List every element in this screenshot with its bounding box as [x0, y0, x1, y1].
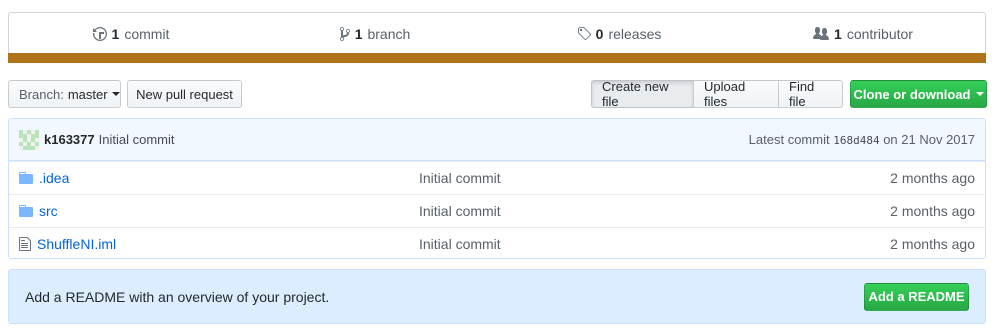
- file-age: 2 months ago: [890, 170, 975, 186]
- file-age: 2 months ago: [890, 203, 975, 219]
- commits-count: 1: [111, 25, 120, 42]
- repo-summary: 1 commit 1 branch 0 releases 1 contribut…: [8, 12, 986, 63]
- file-commit-message[interactable]: Initial commit: [419, 236, 829, 252]
- table-row: .idea Initial commit 2 months ago: [9, 161, 985, 194]
- branches-stat[interactable]: 1 branch: [253, 26, 497, 42]
- readme-prompt-text: Add a README with an overview of your pr…: [25, 288, 330, 305]
- create-new-file-button[interactable]: Create new file: [591, 79, 694, 109]
- caret-down-icon: [975, 92, 984, 96]
- history-icon: [92, 26, 107, 41]
- upload-files-button[interactable]: Upload files: [693, 79, 779, 109]
- branch-name: master: [67, 86, 108, 102]
- folder-icon: [19, 205, 33, 217]
- latest-commit-info: Latest commit 168d484 on 21 Nov 2017: [749, 132, 975, 147]
- contributors-stat[interactable]: 1 contributor: [741, 26, 985, 42]
- clone-label: Clone or download: [853, 86, 971, 102]
- commit-author[interactable]: k163377: [44, 132, 95, 147]
- commits-stat[interactable]: 1 commit: [9, 26, 253, 42]
- latest-prefix: Latest commit: [748, 132, 830, 147]
- tag-icon: [577, 26, 591, 40]
- file-actions: Create new file Upload files Find file: [591, 79, 843, 109]
- clone-or-download-button[interactable]: Clone or download: [850, 80, 987, 108]
- table-row: src Initial commit 2 months ago: [9, 194, 985, 227]
- contributors-label: contributor: [846, 25, 913, 42]
- latest-commit-bar: k163377 Initial commit Latest commit 168…: [9, 119, 985, 161]
- releases-count: 0: [595, 25, 604, 42]
- caret-down-icon: [111, 92, 120, 96]
- branch-select-button[interactable]: Branch: master: [8, 80, 121, 108]
- file-name-link[interactable]: .idea: [39, 170, 69, 186]
- releases-stat[interactable]: 0 releases: [497, 26, 741, 42]
- file-commit-message[interactable]: Initial commit: [419, 170, 829, 186]
- table-row: ShuffleNI.iml Initial commit 2 months ag…: [9, 227, 985, 258]
- commit-message[interactable]: Initial commit: [99, 132, 175, 147]
- releases-label: releases: [608, 25, 662, 42]
- file-commit-message[interactable]: Initial commit: [419, 203, 829, 219]
- avatar[interactable]: [19, 129, 39, 150]
- readme-prompt: Add a README with an overview of your pr…: [8, 269, 986, 324]
- file-list: k163377 Initial commit Latest commit 168…: [8, 118, 986, 259]
- branch-icon: [339, 26, 350, 41]
- new-pull-request-button[interactable]: New pull request: [127, 80, 242, 108]
- commit-sha[interactable]: 168d484: [833, 134, 879, 147]
- language-bar: [8, 53, 986, 63]
- branches-label: branch: [367, 25, 411, 42]
- branches-count: 1: [354, 25, 363, 42]
- file-name-link[interactable]: ShuffleNI.iml: [37, 236, 116, 252]
- commit-date: on 21 Nov 2017: [883, 132, 975, 147]
- folder-icon: [19, 172, 33, 184]
- file-icon: [19, 237, 31, 251]
- commits-label: commit: [124, 25, 170, 42]
- file-age: 2 months ago: [890, 236, 975, 252]
- find-file-button[interactable]: Find file: [778, 79, 843, 109]
- add-readme-button[interactable]: Add a README: [864, 282, 969, 311]
- file-name-link[interactable]: src: [39, 203, 58, 219]
- contributors-count: 1: [834, 25, 842, 42]
- branch-prefix: Branch:: [19, 86, 64, 102]
- people-icon: [813, 26, 830, 40]
